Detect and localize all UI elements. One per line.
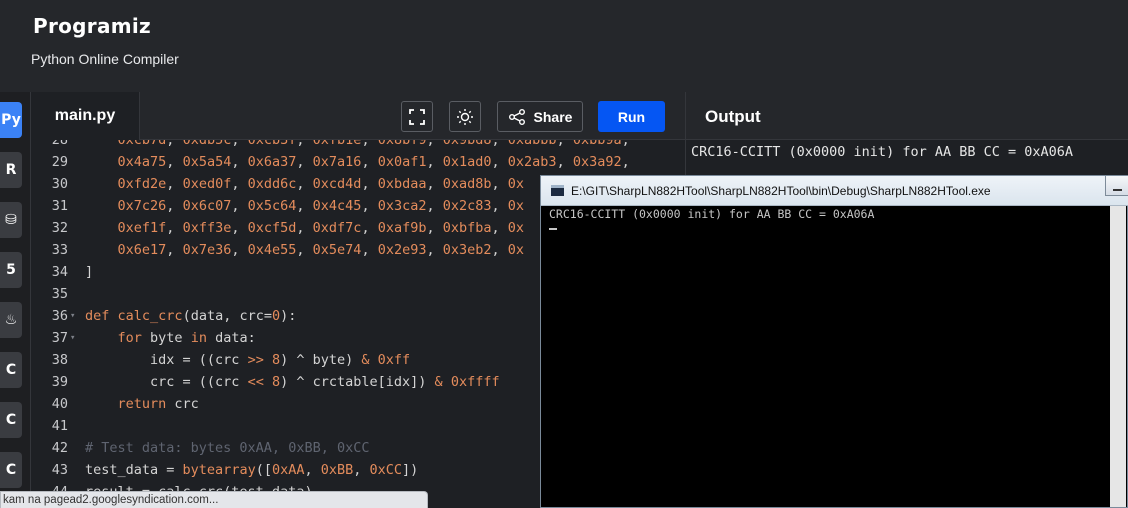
code-text: 0xfd2e, 0xed0f, 0xdd6c, 0xcd4d, 0xbdaa, … bbox=[117, 176, 525, 192]
code-text: 0x7c26, 0x6c07, 0x5c64, 0x4c45, 0x3ca2, … bbox=[117, 198, 525, 214]
fold-arrow-icon[interactable]: ▾ bbox=[70, 305, 75, 327]
line-number: 42 bbox=[51, 440, 68, 456]
console-titlebar[interactable]: E:\GIT\SharpLN882HTool\SharpLN882HTool\b… bbox=[541, 176, 1128, 206]
line-number: 41 bbox=[51, 418, 68, 434]
sql-icon[interactable]: ⛁ bbox=[0, 202, 22, 238]
line-number: 30 bbox=[51, 176, 68, 192]
code-text: idx = ((crc >> 8) ^ byte) & 0xff bbox=[85, 352, 411, 368]
language-sidebar: Py R ⛁ 5 ♨ C C C bbox=[0, 92, 31, 508]
code-text: 0x6e17, 0x7e36, 0x4e55, 0x5e74, 0x2e93, … bbox=[117, 242, 525, 258]
site-header: Programiz Python Online Compiler bbox=[0, 0, 1128, 92]
minimize-button[interactable] bbox=[1105, 176, 1128, 196]
line-number: 40 bbox=[51, 396, 68, 412]
line-number: 35 bbox=[51, 286, 68, 302]
file-tab-main[interactable]: main.py bbox=[31, 92, 140, 140]
r-language-icon[interactable]: R bbox=[0, 152, 22, 188]
code-text: def calc_crc(data, crc=0): bbox=[85, 308, 297, 324]
code-text: test_data = bytearray([0xAA, 0xBB, 0xCC]… bbox=[85, 462, 419, 478]
fold-arrow-icon[interactable]: ▾ bbox=[70, 327, 75, 349]
line-number: 38 bbox=[51, 352, 68, 368]
python-icon[interactable]: Py bbox=[0, 102, 22, 138]
output-title: Output bbox=[705, 107, 761, 126]
status-link-preview: kam na pagead2.googlesyndication.com... bbox=[0, 491, 428, 508]
line-number: 39 bbox=[51, 374, 68, 390]
minimize-icon bbox=[1112, 189, 1122, 191]
line-number: 31 bbox=[51, 198, 68, 214]
line-number: 43 bbox=[51, 462, 68, 478]
share-label: Share bbox=[533, 108, 573, 125]
code-text: 0x4a75, 0x5a54, 0x6a37, 0x7a16, 0x0af1, … bbox=[117, 154, 630, 170]
theme-toggle-button[interactable] bbox=[449, 101, 481, 132]
cplusplus-icon[interactable]: C bbox=[0, 402, 22, 438]
line-number: 28 bbox=[51, 140, 68, 148]
console-title-path: E:\GIT\SharpLN882HTool\SharpLN882HTool\b… bbox=[571, 184, 991, 198]
line-number: 37 bbox=[51, 330, 68, 346]
page-subtitle: Python Online Compiler bbox=[31, 51, 179, 67]
console-app-icon bbox=[551, 185, 564, 196]
console-cursor bbox=[549, 228, 557, 230]
console-body[interactable]: CRC16-CCITT (0x0000 init) for AA BB CC =… bbox=[541, 206, 1127, 507]
output-header: Output bbox=[685, 92, 1128, 140]
fullscreen-button[interactable] bbox=[401, 101, 433, 132]
html-icon[interactable]: 5 bbox=[0, 252, 22, 288]
code-text: 0xef1f, 0xff3e, 0xcf5d, 0xdf7c, 0xaf9b, … bbox=[117, 220, 525, 236]
code-text: # Test data: bytes 0xAA, 0xBB, 0xCC bbox=[85, 440, 370, 456]
programiz-logo[interactable]: Programiz bbox=[33, 14, 151, 38]
line-number: 33 bbox=[51, 242, 68, 258]
console-scrollbar[interactable] bbox=[1110, 206, 1126, 507]
line-number: 29 bbox=[51, 154, 68, 170]
output-text: CRC16-CCITT (0x0000 init) for AA BB CC =… bbox=[691, 144, 1074, 160]
code-text: return crc bbox=[117, 396, 199, 412]
code-line[interactable]: 29 0x4a75, 0x5a54, 0x6a37, 0x7a16, 0x0af… bbox=[31, 151, 685, 173]
run-button[interactable]: Run bbox=[598, 101, 665, 132]
share-button[interactable]: Share bbox=[497, 101, 583, 132]
console-window[interactable]: E:\GIT\SharpLN882HTool\SharpLN882HTool\b… bbox=[540, 175, 1128, 508]
code-text: 0xcb7d, 0xdb5c, 0xcb3f, 0xfb1e, 0x8bf9, … bbox=[117, 140, 630, 148]
java-icon[interactable]: ♨ bbox=[0, 302, 22, 338]
share-icon bbox=[508, 108, 525, 125]
fullscreen-icon bbox=[409, 108, 425, 125]
line-number: 34 bbox=[51, 264, 68, 280]
code-line[interactable]: 28 0xcb7d, 0xdb5c, 0xcb3f, 0xfb1e, 0x8bf… bbox=[31, 140, 685, 151]
code-text: for byte in data: bbox=[117, 330, 256, 346]
csharp-icon[interactable]: C bbox=[0, 452, 22, 488]
code-text: ] bbox=[85, 264, 94, 280]
line-number: 32 bbox=[51, 220, 68, 236]
code-text: crc = ((crc << 8) ^ crctable[idx]) & 0xf… bbox=[85, 374, 500, 390]
line-number: 36 bbox=[51, 308, 68, 324]
console-output: CRC16-CCITT (0x0000 init) for AA BB CC =… bbox=[549, 207, 875, 221]
c-language-icon[interactable]: C bbox=[0, 352, 22, 388]
editor-toolbar: main.py Share Run bbox=[31, 92, 685, 140]
sun-icon bbox=[457, 108, 473, 125]
